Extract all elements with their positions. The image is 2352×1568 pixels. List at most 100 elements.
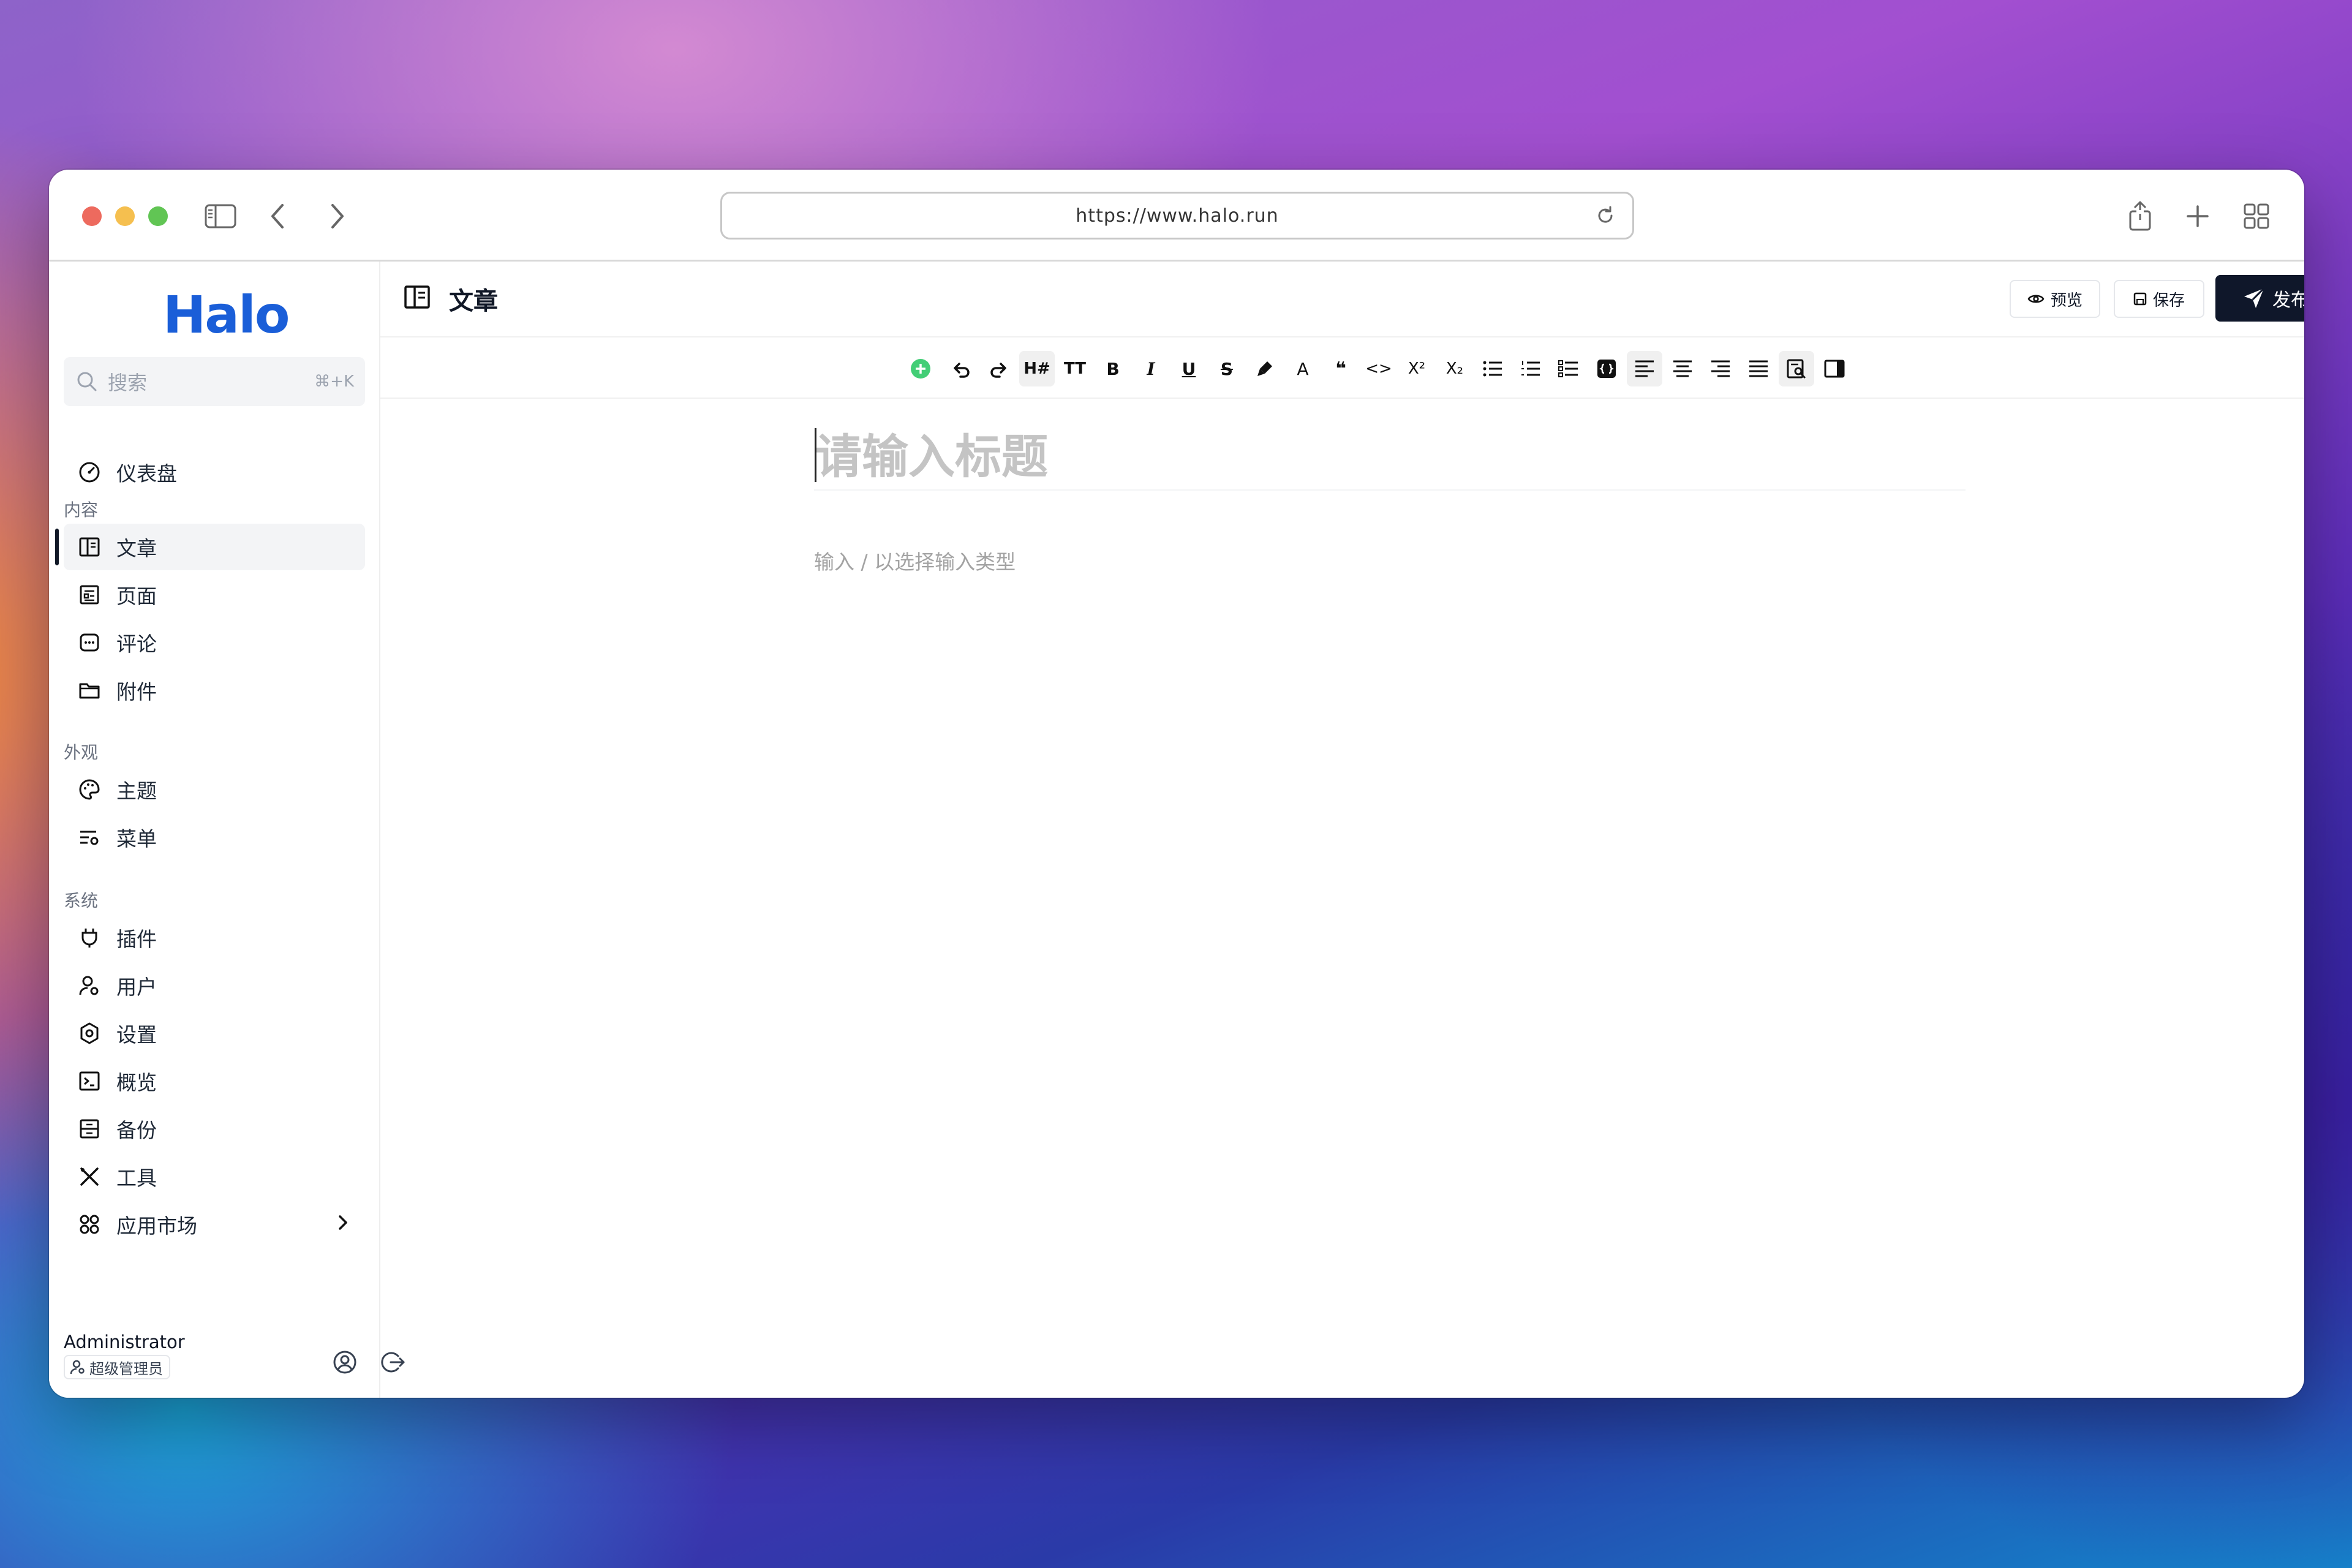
bullet-list-button[interactable] (1475, 351, 1510, 386)
text-size-button[interactable]: TT (1057, 351, 1093, 386)
browser-window: https://www.halo.run Halo 搜索 ⌘+K 仪表盘 内容 … (49, 170, 2304, 1398)
italic-button[interactable]: I (1133, 351, 1169, 386)
highlighter-icon (1255, 359, 1275, 379)
group-label-appearance: 外观 (64, 742, 99, 763)
bold-button[interactable]: B (1095, 351, 1131, 386)
panel-right-icon (1824, 360, 1845, 378)
book-open-icon (402, 282, 432, 314)
sidebar-item-label: 应用市场 (116, 1214, 197, 1238)
sidebar-item-plugins[interactable]: 插件 (64, 914, 365, 961)
terminal-icon (76, 1068, 103, 1095)
sidebar-item-label: 附件 (116, 680, 157, 704)
address-bar[interactable]: https://www.halo.run (720, 192, 1634, 239)
folder-icon (76, 677, 103, 704)
sidebar-item-market[interactable]: 应用市场 (64, 1201, 365, 1248)
sidebar-item-pages[interactable]: 页面 (64, 571, 365, 618)
strikethrough-button[interactable]: S (1209, 351, 1245, 386)
sidebar-item-themes[interactable]: 主题 (64, 766, 365, 813)
halo-logo[interactable]: Halo (163, 285, 290, 345)
tab-overview-icon[interactable] (2238, 198, 2275, 235)
menu-settings-icon (76, 824, 103, 851)
sidebar-item-label: 插件 (116, 927, 157, 951)
gauge-icon (76, 459, 103, 486)
user-icon (70, 1359, 86, 1375)
address-url: https://www.halo.run (1076, 205, 1279, 227)
highlight-button[interactable] (1247, 351, 1283, 386)
add-block-button[interactable] (903, 351, 938, 386)
sidebar-item-label: 评论 (116, 632, 157, 656)
text-caret (815, 428, 816, 482)
maximize-window-button[interactable] (148, 206, 168, 226)
sidebar-toggle-icon[interactable] (202, 198, 239, 235)
chevron-right-icon (337, 1213, 349, 1237)
list-bullet-icon (1482, 360, 1503, 378)
align-left-button[interactable] (1627, 351, 1662, 386)
book-open-icon (76, 533, 103, 560)
comment-icon (76, 629, 103, 656)
profile-button[interactable] (328, 1346, 361, 1379)
group-label-content: 内容 (64, 500, 99, 520)
sidebar-item-label: 备份 (116, 1118, 157, 1142)
save-button[interactable]: 保存 (2114, 280, 2204, 318)
sidebar-item-menus[interactable]: 菜单 (64, 814, 365, 861)
blockquote-button[interactable]: ❝ (1323, 351, 1359, 386)
code-block-icon (1596, 358, 1617, 379)
subscript-button[interactable]: X₂ (1437, 351, 1472, 386)
ordered-list-button[interactable] (1513, 351, 1548, 386)
sidebar-item-comments[interactable]: 评论 (64, 619, 365, 666)
body-placeholder[interactable]: 输入 / 以选择输入类型 (814, 546, 1016, 575)
plug-icon (76, 924, 103, 951)
title-input[interactable] (814, 423, 1966, 491)
code-button[interactable]: <> (1361, 351, 1396, 386)
align-center-button[interactable] (1665, 351, 1700, 386)
superscript-button[interactable]: X² (1399, 351, 1434, 386)
sidebar-item-overview[interactable]: 概览 (64, 1058, 365, 1104)
page-title: 文章 (449, 287, 498, 315)
task-list-button[interactable] (1551, 351, 1586, 386)
sidebar-item-label: 工具 (116, 1166, 157, 1190)
redo-icon (989, 358, 1009, 379)
search-replace-button[interactable] (1779, 351, 1814, 386)
undo-button[interactable] (943, 351, 979, 386)
user-role-badge: 超级管理员 (64, 1355, 170, 1379)
close-window-button[interactable] (82, 206, 102, 226)
underline-button[interactable]: U (1171, 351, 1207, 386)
search-placeholder: 搜索 (108, 371, 148, 394)
user-settings-icon (76, 972, 103, 999)
align-right-button[interactable] (1703, 351, 1738, 386)
new-tab-icon[interactable] (2179, 198, 2216, 235)
eye-icon (2027, 293, 2045, 305)
sidebar: Halo 搜索 ⌘+K 仪表盘 内容 文章 页面 评论 附件 外观 主题 菜单 … (49, 262, 405, 1398)
send-icon (2242, 286, 2266, 311)
reload-icon[interactable] (1594, 205, 1616, 232)
list-check-icon (1558, 360, 1579, 378)
sidebar-item-attachments[interactable]: 附件 (64, 667, 365, 714)
code-block-button[interactable] (1589, 351, 1624, 386)
search-input[interactable]: 搜索 ⌘+K (64, 357, 365, 406)
sidebar-item-label: 主题 (116, 779, 157, 803)
forward-icon[interactable] (318, 198, 355, 235)
sidebar-item-tools[interactable]: 工具 (64, 1153, 365, 1200)
publish-button[interactable]: 发布 (2215, 275, 2304, 322)
sidebar-item-dashboard[interactable]: 仪表盘 (64, 449, 365, 496)
palette-icon (76, 776, 103, 803)
editor-toolbar: H# TT B I U S A ❝ <> X² X₂ (380, 337, 2304, 399)
text-color-button[interactable]: A (1285, 351, 1321, 386)
sidebar-item-posts[interactable]: 文章 (55, 524, 365, 570)
share-icon[interactable] (2122, 198, 2158, 235)
sidebar-item-users[interactable]: 用户 (64, 962, 365, 1009)
list-ordered-icon (1520, 360, 1541, 378)
editor-area[interactable]: 输入 / 以选择输入类型 (380, 399, 2304, 1398)
sidebar-item-backup[interactable]: 备份 (64, 1106, 365, 1152)
align-justify-icon (1748, 360, 1769, 378)
page-icon (76, 581, 103, 608)
sidebar-item-settings[interactable]: 设置 (64, 1010, 365, 1057)
heading-button[interactable]: H# (1019, 351, 1055, 386)
user-name: Administrator (64, 1332, 185, 1352)
toggle-panel-button[interactable] (1817, 351, 1852, 386)
back-icon[interactable] (260, 198, 296, 235)
align-justify-button[interactable] (1741, 351, 1776, 386)
redo-button[interactable] (981, 351, 1017, 386)
preview-button[interactable]: 预览 (2010, 280, 2100, 318)
minimize-window-button[interactable] (115, 206, 135, 226)
